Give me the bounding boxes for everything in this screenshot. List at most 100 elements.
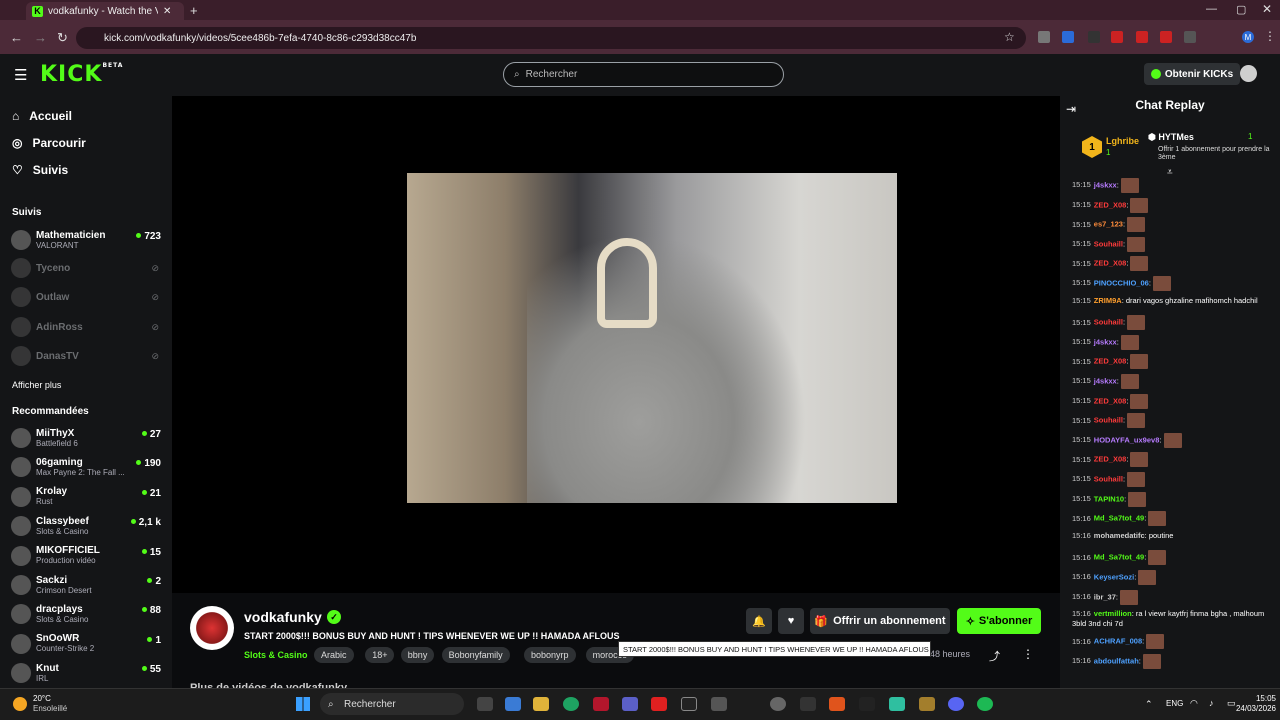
chat-username[interactable]: Souhaill bbox=[1094, 474, 1123, 483]
gift-subscription-button[interactable]: 🎁 Offrir un abonnement bbox=[810, 608, 950, 634]
recommended-channel[interactable]: Krolay Rust 21 bbox=[11, 483, 161, 511]
chat-username[interactable]: abdoulfattah bbox=[1094, 656, 1139, 665]
video-frame[interactable] bbox=[407, 173, 897, 503]
reload-icon[interactable]: ↻ bbox=[57, 30, 68, 46]
chat-username[interactable]: vertmillion bbox=[1094, 609, 1132, 618]
back-icon[interactable]: ← bbox=[10, 30, 23, 45]
app-icon[interactable] bbox=[859, 697, 875, 711]
chat-username[interactable]: j4skxx bbox=[1094, 376, 1117, 385]
recommended-channel[interactable]: Knut IRL 55 bbox=[11, 659, 161, 687]
notification-bell-button[interactable]: 🔔 bbox=[746, 608, 772, 634]
spotify-icon[interactable] bbox=[977, 697, 993, 711]
chat-username[interactable]: TAPIN10 bbox=[1094, 494, 1124, 503]
followed-channel[interactable]: Mathematicien VALORANT 723 bbox=[11, 226, 161, 254]
chrome-icon[interactable] bbox=[563, 697, 579, 711]
extension-icon[interactable] bbox=[1160, 31, 1172, 43]
app-icon[interactable] bbox=[711, 697, 727, 711]
bookmark-star-icon[interactable]: ☆ bbox=[1004, 30, 1015, 44]
window-minimize-button[interactable]: — bbox=[1206, 3, 1217, 15]
app-icon[interactable] bbox=[770, 697, 786, 711]
category-link[interactable]: Slots & Casino bbox=[244, 650, 308, 660]
chat-username[interactable]: ZED_X08 bbox=[1094, 455, 1127, 464]
more-options-icon[interactable]: ⋮ bbox=[1022, 647, 1034, 661]
wifi-icon[interactable]: ◠ bbox=[1190, 698, 1198, 709]
address-bar[interactable]: kick.com/vodkafunky/videos/5cee486b-7efa… bbox=[76, 27, 1026, 49]
recommended-channel[interactable]: MiiThyX Battlefield 6 27 bbox=[11, 424, 161, 452]
tag-chip[interactable]: bbny bbox=[400, 647, 435, 663]
extension-icon[interactable] bbox=[1062, 31, 1074, 43]
tag-chip[interactable]: 18+ bbox=[365, 647, 395, 663]
chat-username[interactable]: HODAYFA_ux9ev8 bbox=[1094, 435, 1160, 444]
profile-avatar-icon[interactable]: M bbox=[1242, 31, 1254, 43]
chat-username[interactable]: ZED_X08 bbox=[1094, 200, 1127, 209]
chat-username[interactable]: Souhaill bbox=[1094, 416, 1123, 425]
teams-icon[interactable] bbox=[622, 697, 638, 711]
app-icon[interactable] bbox=[593, 697, 609, 711]
volume-icon[interactable]: ♪ bbox=[1209, 698, 1214, 708]
tag-chip[interactable]: bobonyrp bbox=[524, 647, 576, 663]
tag-chip[interactable]: Bobonyfamily bbox=[441, 647, 510, 663]
chat-username[interactable]: Md_Sa7tot_49 bbox=[1094, 553, 1144, 562]
chat-username[interactable]: es7_123 bbox=[1094, 220, 1123, 229]
new-tab-button[interactable]: + bbox=[190, 3, 198, 18]
window-close-button[interactable]: ✕ bbox=[1262, 2, 1272, 16]
recommended-channel[interactable]: Sackzi Crimson Desert 2 bbox=[11, 571, 161, 599]
app-icon[interactable] bbox=[681, 697, 697, 711]
extension-icon[interactable] bbox=[1136, 31, 1148, 43]
discord-icon[interactable] bbox=[948, 697, 964, 711]
chat-username[interactable]: j4skxx bbox=[1094, 180, 1117, 189]
extensions-puzzle-icon[interactable] bbox=[1184, 31, 1196, 43]
task-view-icon[interactable] bbox=[477, 697, 493, 711]
chat-username[interactable]: PINOCCHIO_06 bbox=[1094, 278, 1149, 287]
youtube-icon[interactable] bbox=[651, 697, 667, 711]
nav-home[interactable]: ⌂ Accueil bbox=[12, 109, 72, 123]
taskbar-search[interactable]: ⌕ Rechercher bbox=[320, 693, 464, 715]
recommended-channel[interactable]: dracplays Slots & Casino 88 bbox=[11, 600, 161, 628]
copilot-icon[interactable] bbox=[505, 697, 521, 711]
weather-widget[interactable]: 20°C Ensoleillé bbox=[33, 694, 67, 714]
brave-icon[interactable] bbox=[829, 697, 845, 711]
chat-username[interactable]: ACHRAF_008 bbox=[1094, 637, 1142, 646]
chat-username[interactable]: Souhaill bbox=[1094, 318, 1123, 327]
hamburger-menu-icon[interactable]: ☰ bbox=[14, 66, 27, 84]
share-icon[interactable]: ⤴ bbox=[989, 648, 1000, 664]
forward-icon[interactable]: → bbox=[34, 30, 47, 45]
search-input[interactable]: ⌕ Rechercher bbox=[503, 62, 784, 87]
subscribe-button[interactable]: ✧ S'abonner bbox=[957, 608, 1041, 634]
chat-username[interactable]: Md_Sa7tot_49 bbox=[1094, 514, 1144, 523]
app-icon[interactable] bbox=[889, 697, 905, 711]
app-icon[interactable] bbox=[800, 697, 816, 711]
channel-name[interactable]: vodkafunky bbox=[244, 609, 322, 625]
chat-username[interactable]: ZED_X08 bbox=[1094, 259, 1127, 268]
tray-chevron-icon[interactable]: ⌃ bbox=[1145, 699, 1153, 710]
file-explorer-icon[interactable] bbox=[533, 697, 549, 711]
window-maximize-button[interactable]: ▢ bbox=[1236, 3, 1246, 16]
recommended-channel[interactable]: MIKOFFICIEL Production vidéo 15 bbox=[11, 542, 161, 570]
extension-icon[interactable] bbox=[1088, 31, 1100, 43]
chat-username[interactable]: ZRIM9A bbox=[1094, 296, 1122, 305]
windows-start-icon[interactable] bbox=[296, 697, 310, 711]
kick-logo[interactable]: KICKBETA bbox=[40, 62, 123, 87]
user-avatar[interactable] bbox=[1240, 65, 1257, 82]
close-tab-icon[interactable]: ✕ bbox=[163, 6, 171, 17]
extension-icon[interactable] bbox=[1111, 31, 1123, 43]
extension-icon[interactable] bbox=[1038, 31, 1050, 43]
followed-channel[interactable]: Outlaw ⊘ bbox=[11, 283, 161, 311]
app-icon[interactable] bbox=[919, 697, 935, 711]
nav-browse[interactable]: ◎ Parcourir bbox=[12, 136, 86, 150]
input-language[interactable]: ENG bbox=[1166, 699, 1183, 708]
chat-username[interactable]: Souhaill bbox=[1094, 239, 1123, 248]
channel-avatar[interactable] bbox=[190, 606, 234, 650]
clock[interactable]: 15:05 24/03/2026 bbox=[1236, 694, 1276, 714]
nav-following[interactable]: ♡ Suivis bbox=[12, 163, 68, 177]
chat-username[interactable]: j4skxx bbox=[1094, 337, 1117, 346]
chat-username[interactable]: KeyserSozi bbox=[1094, 572, 1134, 581]
followed-channel[interactable]: AdinRoss ⊘ bbox=[11, 313, 161, 341]
chat-username[interactable]: mohamedatifc bbox=[1094, 531, 1145, 540]
follow-heart-button[interactable]: ♥ bbox=[778, 608, 804, 634]
recommended-channel[interactable]: SnOoWR Counter-Strike 2 1 bbox=[11, 630, 161, 658]
followed-channel[interactable]: DanasTV ⊘ bbox=[11, 342, 161, 370]
recommended-channel[interactable]: Classybeef Slots & Casino 2,1 k bbox=[11, 512, 161, 540]
filter-icon[interactable]: ⩡ bbox=[1167, 167, 1173, 178]
chat-username[interactable]: ZED_X08 bbox=[1094, 357, 1127, 366]
